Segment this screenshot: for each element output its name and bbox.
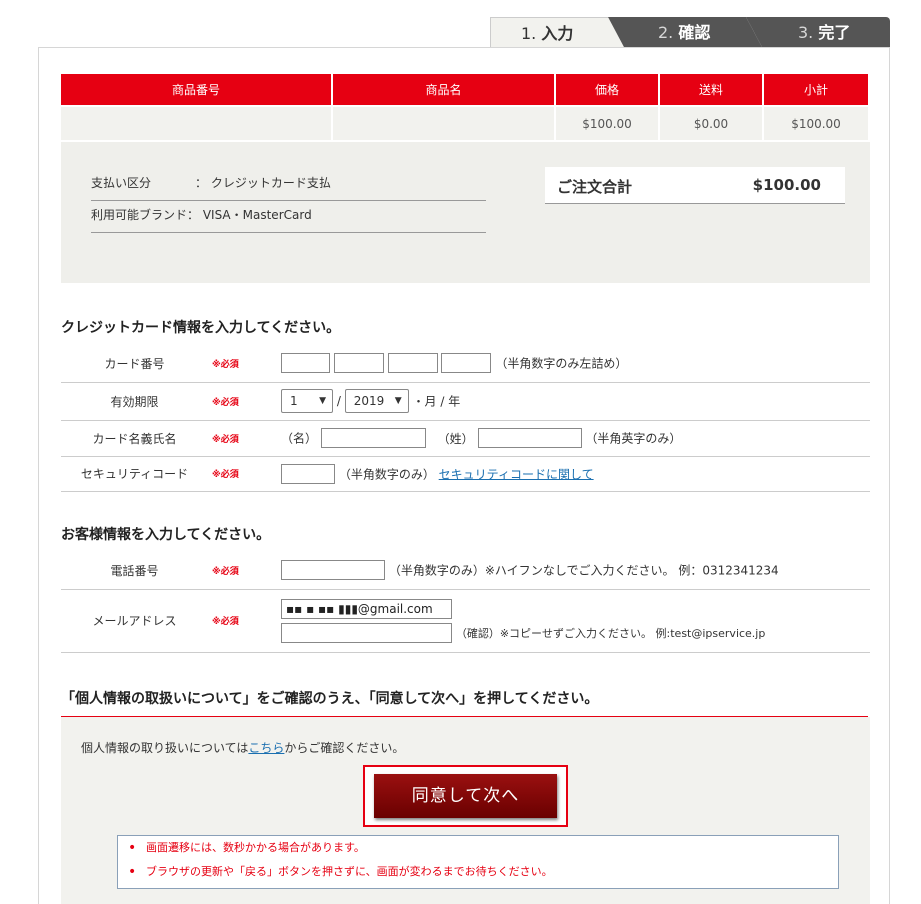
card-number-input-4[interactable] xyxy=(441,353,492,374)
cell-product-number xyxy=(61,105,333,140)
payment-summary: 支払い区分 ： クレジットカード支払 利用可能ブランド： VISA・MasterC… xyxy=(61,142,870,283)
security-code-row: セキュリティコード ※必須 （半角数字のみ） セキュリティコードに関して xyxy=(61,456,870,492)
card-name-label: カード名義氏名 xyxy=(61,420,208,457)
col-product-name: 商品名 xyxy=(332,74,556,106)
consent-text: 個人情報の取り扱いについてはこちらからご確認ください。 xyxy=(81,739,404,756)
email-row: メールアドレス ※必須 ▪▪ ▪ ▪▪ ▮▮▮@gmail.com （確認）※コ… xyxy=(61,589,870,653)
phone-field: （半角数字のみ）※ハイフンなしでご入力ください。 例：0312341234 xyxy=(261,552,870,590)
security-code-input[interactable] xyxy=(281,463,335,484)
cell-subtotal: $100.00 xyxy=(763,105,868,140)
expiry-label: 有効期限 xyxy=(61,382,208,421)
expiry-month-select[interactable]: 1 ▼ xyxy=(281,389,333,413)
cell-shipping: $0.00 xyxy=(659,105,764,140)
expiry-field: 1 ▼ / 2019 ▼ ・月 / 年 xyxy=(261,382,870,421)
card-number-note: （半角数字のみ左詰め） xyxy=(495,356,628,371)
customer-section-title: お客様情報を入力してください。 xyxy=(61,524,868,555)
required-badge: ※必須 xyxy=(208,420,261,457)
required-badge: ※必須 xyxy=(208,456,261,492)
card-name-field: （名） （姓） （半角英字のみ） xyxy=(261,420,870,457)
brand-row: 利用可能ブランド： VISA・MasterCard xyxy=(91,200,486,233)
required-badge: ※必須 xyxy=(208,552,261,590)
expiry-year-value: 2019 xyxy=(353,394,385,408)
card-number-row: カード番号 ※必須 （半角数字のみ左詰め） xyxy=(61,345,870,383)
card-name-note: （半角英字のみ） xyxy=(585,431,682,446)
phone-input[interactable] xyxy=(281,560,385,581)
step-label: 完了 xyxy=(818,23,851,42)
email-input[interactable]: ▪▪ ▪ ▪▪ ▮▮▮@gmail.com xyxy=(281,598,452,619)
expiry-year-select[interactable]: 2019 ▼ xyxy=(344,389,409,413)
phone-note: （半角数字のみ）※ハイフンなしでご入力ください。 例：0312341234 xyxy=(388,563,779,578)
step-label: 入力 xyxy=(541,24,574,43)
payment-method-label: 支払い区分 xyxy=(91,176,152,190)
col-subtotal: 小計 xyxy=(763,74,868,106)
security-code-note: （半角数字のみ） xyxy=(338,467,435,481)
email-field: ▪▪ ▪ ▪▪ ▮▮▮@gmail.com （確認）※コピーせずご入力ください。… xyxy=(261,589,870,653)
email-confirm-input[interactable] xyxy=(281,622,452,643)
cell-price: $100.00 xyxy=(555,105,660,140)
first-name-label: （名） xyxy=(281,431,318,446)
expiry-unit: ・月 / 年 xyxy=(412,394,461,409)
customer-form: 電話番号 ※必須 （半角数字のみ）※ハイフンなしでご入力ください。 例：0312… xyxy=(61,552,870,653)
card-form: カード番号 ※必須 （半角数字のみ左詰め） 有効期限 ※必須 1 ▼ / 2019… xyxy=(61,345,870,492)
consent-text-after: からご確認ください。 xyxy=(284,741,405,755)
phone-row: 電話番号 ※必須 （半角数字のみ）※ハイフンなしでご入力ください。 例：0312… xyxy=(61,552,870,590)
step-label: 確認 xyxy=(678,23,711,42)
agree-button-frame: 同意して次へ xyxy=(363,765,568,827)
brand-label: 利用可能ブランド： xyxy=(91,208,200,222)
brand-value: VISA・MasterCard xyxy=(202,208,312,222)
consent-box: 個人情報の取り扱いについてはこちらからご確認ください。 同意して次へ 画面遷移に… xyxy=(61,717,870,904)
card-number-label: カード番号 xyxy=(61,345,208,383)
agree-next-button[interactable]: 同意して次へ xyxy=(374,774,557,818)
col-price: 価格 xyxy=(555,74,660,106)
step-number: 3. xyxy=(798,23,814,42)
card-number-input-3[interactable] xyxy=(387,353,438,374)
card-name-row: カード名義氏名 ※必須 （名） （姓） （半角英字のみ） xyxy=(61,420,870,457)
notice-list: 画面遷移には、数秒かかる場合があります。 ブラウザの更新や「戻る」ボタンを押さず… xyxy=(117,835,839,889)
payment-method-value: ： クレジットカード支払 xyxy=(195,176,331,190)
chevron-down-icon: ▼ xyxy=(319,396,326,406)
required-badge: ※必須 xyxy=(208,589,261,653)
payment-method-row: 支払い区分 ： クレジットカード支払 xyxy=(91,168,486,201)
first-name-input[interactable] xyxy=(320,428,426,448)
email-label: メールアドレス xyxy=(61,589,208,653)
security-code-link[interactable]: セキュリティコードに関して xyxy=(439,467,594,481)
last-name-input[interactable] xyxy=(477,428,582,448)
list-item: 画面遷移には、数秒かかる場合があります。 xyxy=(118,836,838,860)
table-row: $100.00 $0.00 $100.00 xyxy=(61,105,868,140)
step-complete: 3. 完了 xyxy=(746,17,890,49)
card-number-input-1[interactable] xyxy=(281,353,330,374)
phone-label: 電話番号 xyxy=(61,552,208,590)
checkout-steps: 1. 入力 2. 確認 3. 完了 xyxy=(490,17,890,49)
order-header-row: 商品番号 商品名 価格 送料 小計 xyxy=(61,74,868,106)
expiry-row: 有効期限 ※必須 1 ▼ / 2019 ▼ ・月 / 年 xyxy=(61,382,870,421)
step-number: 2. xyxy=(658,23,674,42)
card-number-field: （半角数字のみ左詰め） xyxy=(261,345,870,383)
consent-title: 「個人情報の取扱いについて」をご確認のうえ、「同意して次へ」を押してください。 xyxy=(61,688,868,719)
card-number-input-2[interactable] xyxy=(333,353,384,374)
chevron-down-icon: ▼ xyxy=(394,396,402,406)
step-confirm: 2. 確認 xyxy=(608,17,763,49)
order-total: ご注文合計 $100.00 xyxy=(545,167,845,204)
cell-product-name xyxy=(332,105,556,140)
list-item: ブラウザの更新や「戻る」ボタンを押さずに、画面が変わるまでお待ちください。 xyxy=(118,860,838,884)
step-input: 1. 入力 xyxy=(490,17,625,49)
order-total-value: $100.00 xyxy=(752,176,821,194)
expiry-month-value: 1 xyxy=(290,394,298,408)
email-confirm-note: （確認）※コピーせずご入力ください。 例:test@ipservice.jp xyxy=(455,626,766,640)
expiry-separator: / xyxy=(336,394,341,408)
order-table: 商品番号 商品名 価格 送料 小計 $100.00 $0.00 $100.00 xyxy=(61,74,868,140)
order-total-label: ご注文合計 xyxy=(557,178,633,196)
card-section-title: クレジットカード情報を入力してください。 xyxy=(61,317,868,348)
privacy-policy-link[interactable]: こちら xyxy=(248,741,284,755)
last-name-label: （姓） xyxy=(437,431,474,446)
step-number: 1. xyxy=(521,24,537,43)
security-code-label: セキュリティコード xyxy=(61,456,208,492)
col-product-number: 商品番号 xyxy=(61,74,333,106)
consent-text-before: 個人情報の取り扱いについては xyxy=(81,741,249,755)
required-badge: ※必須 xyxy=(208,345,261,383)
security-code-field: （半角数字のみ） セキュリティコードに関して xyxy=(261,456,870,492)
col-shipping: 送料 xyxy=(659,74,764,106)
required-badge: ※必須 xyxy=(208,382,261,421)
